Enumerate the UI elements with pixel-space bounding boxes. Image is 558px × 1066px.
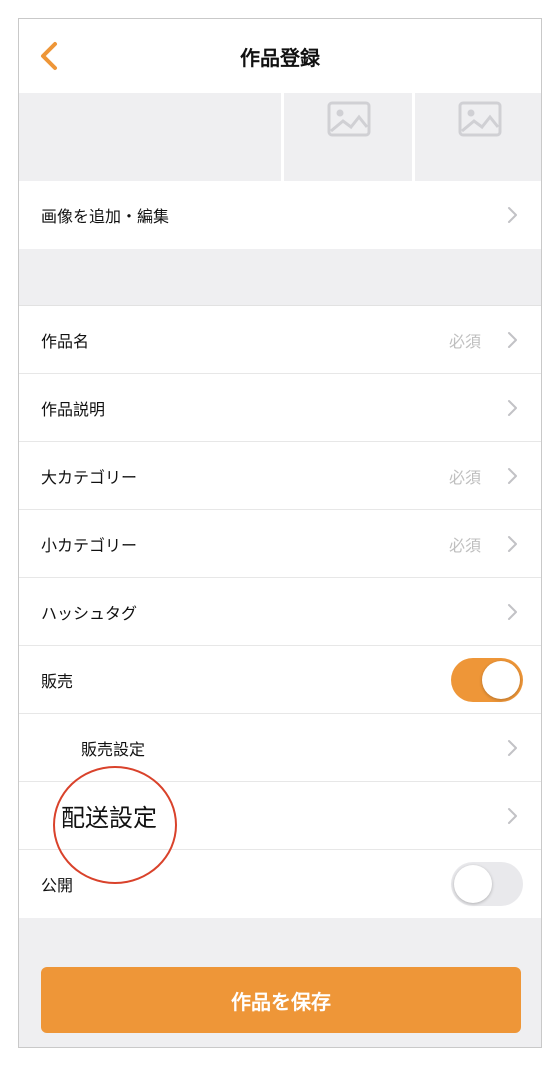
- chevron-right-icon: [508, 399, 517, 416]
- sub-category-row[interactable]: 小カテゴリー 必須: [19, 510, 541, 578]
- add-edit-images-row[interactable]: 画像を追加・編集: [19, 181, 541, 249]
- image-slot[interactable]: [281, 93, 412, 181]
- field-label: 作品説明: [41, 399, 106, 419]
- image-gallery: [19, 93, 541, 181]
- image-slot[interactable]: [412, 93, 541, 181]
- toggle-knob: [482, 660, 520, 699]
- image-placeholder-icon: [327, 101, 371, 137]
- field-label: 大カテゴリー: [41, 467, 138, 487]
- app-frame: 作品登録 画像を追加・編集 作品名 必須 作品説明 大カテゴリー 必須 小カテゴ…: [18, 18, 542, 1048]
- main-category-row[interactable]: 大カテゴリー 必須: [19, 442, 541, 510]
- publish-toggle[interactable]: [451, 862, 523, 906]
- sale-label: 販売: [41, 671, 74, 691]
- chevron-right-icon: [508, 535, 517, 552]
- chevron-right-icon: [508, 207, 517, 223]
- toggle-knob: [454, 865, 492, 903]
- add-edit-images-label: 画像を追加・編集: [41, 207, 170, 226]
- chevron-right-icon: [508, 807, 517, 824]
- field-label: ハッシュタグ: [41, 603, 138, 623]
- chevron-right-icon: [508, 331, 517, 348]
- page-title: 作品登録: [240, 45, 320, 70]
- chevron-right-icon: [508, 467, 517, 484]
- chevron-right-icon: [508, 739, 517, 756]
- field-label: 作品名: [41, 331, 90, 351]
- back-button[interactable]: [35, 41, 65, 71]
- save-work-button[interactable]: 作品を保存: [41, 967, 521, 1033]
- sale-row: 販売: [19, 646, 541, 714]
- publish-row: 公開: [19, 850, 541, 918]
- field-label: 小カテゴリー: [41, 535, 138, 555]
- required-badge: 必須: [448, 535, 481, 555]
- navigation-bar: 作品登録: [19, 19, 541, 93]
- required-badge: 必須: [448, 331, 481, 351]
- sale-settings-label: 販売設定: [81, 739, 146, 759]
- image-placeholder-icon: [458, 101, 502, 137]
- title-field-row[interactable]: 作品名 必須: [19, 306, 541, 374]
- description-field-row[interactable]: 作品説明: [19, 374, 541, 442]
- publish-label: 公開: [41, 876, 74, 895]
- sale-toggle[interactable]: [451, 657, 523, 702]
- shipping-settings-row[interactable]: 配送設定: [19, 766, 541, 884]
- settings-list: 作品名 必須 作品説明 大カテゴリー 必須 小カテゴリー 必須 ハッシュタグ 販…: [19, 305, 541, 918]
- hashtag-row[interactable]: ハッシュタグ: [19, 578, 541, 646]
- back-chevron-icon: [41, 42, 57, 70]
- sale-settings-row[interactable]: 販売設定: [19, 714, 541, 782]
- chevron-right-icon: [508, 603, 517, 620]
- required-badge: 必須: [448, 467, 481, 487]
- shipping-settings-label: 配送設定: [61, 804, 157, 832]
